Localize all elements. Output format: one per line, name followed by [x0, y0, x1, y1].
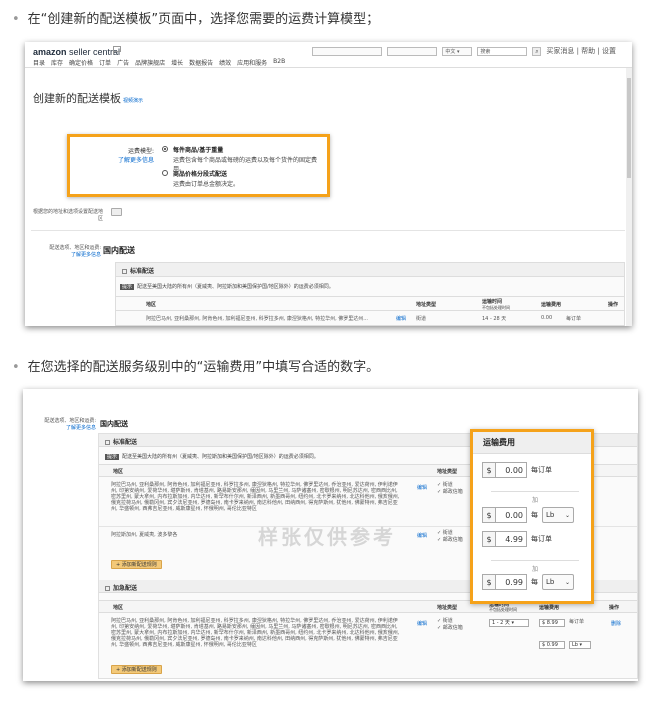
edit-link[interactable]: 编辑 — [396, 315, 406, 322]
chevron-down-icon: ⌄ — [564, 512, 570, 519]
top-links[interactable]: 买家消息 | 帮助 | 设置 — [546, 46, 616, 56]
weight-unit-select[interactable]: Lb ⌄ — [542, 507, 574, 523]
region-list: 阿拉巴马州, 亚利桑那州, 阿肯色州, 加利福尼亚州, 科罗拉多州, 康涅狄格州… — [111, 482, 400, 512]
nav-item[interactable]: 数据报告 — [189, 58, 213, 67]
edit-link[interactable]: 编辑 — [417, 532, 427, 539]
fee-row-per-order: $0.00 每订单 — [482, 462, 552, 478]
nav-item[interactable]: 库存 — [51, 58, 63, 67]
search-input[interactable]: 搜索 — [477, 46, 528, 56]
address-types: ✓ 街道 ✓ 邮政信箱 — [437, 618, 463, 631]
main-nav: 目录 库存 确定价格 订单 广告 品牌旗舰店 增长 数据报告 绩效 应用和服务 … — [33, 58, 285, 67]
screenshot-create-template: amazon seller central 中文 ▾ 搜索 ⌕ 买家消息 | 帮… — [25, 42, 632, 326]
top-right-controls: 中文 ▾ 搜索 ⌕ 买家消息 | 帮助 | 设置 — [312, 46, 616, 56]
fee-per-weight-input[interactable]: $0.99 — [482, 574, 527, 590]
checkbox[interactable] — [105, 440, 110, 445]
nav-item[interactable]: 应用和服务 — [237, 58, 267, 67]
page-title: 创建新的配送模板 视频演示 — [33, 92, 144, 105]
instruction-text: 在“创建新的配送模板”页面中，选择您需要的运费计算模型； — [27, 12, 380, 27]
fee-row-per-weight: $0.99 每 Lb ⌄ — [482, 574, 574, 590]
checkbox[interactable] — [122, 269, 127, 274]
edit-link[interactable]: 编辑 — [417, 484, 427, 491]
top-bar: amazon seller central 中文 ▾ 搜索 ⌕ 买家消息 | 帮… — [25, 42, 632, 68]
table-row: 阿拉巴马州, 亚利桑那州, 阿肯色州, 加利福尼亚州, 科罗拉多州, 康涅狄格州… — [146, 315, 582, 322]
fee-per-weight-input[interactable]: $0.00 — [482, 507, 527, 523]
fee-per-order-input[interactable]: $0.00 — [482, 462, 527, 478]
flag-icon[interactable] — [113, 46, 121, 55]
add-rule-button[interactable]: + 添加新配送规则 — [111, 665, 162, 674]
delete-link[interactable]: 删除 — [611, 620, 621, 627]
sample-watermark: 样张仅供参考 — [258, 525, 396, 549]
fee-unit: 每订单 — [569, 619, 585, 625]
shipping-fee-highlight: 运输费用 $0.00 每订单 加 $0.00 每 Lb ⌄ $4.99 每订单 加… — [470, 429, 594, 604]
learn-more-link[interactable]: 了解更多信息 — [84, 155, 154, 164]
nav-item[interactable]: 广告 — [117, 58, 129, 67]
search-button[interactable]: ⌕ — [532, 46, 542, 56]
standard-shipping-panel: 标准配送 提示 配送至美国大陆的所有州（夏威夷、阿拉斯加和美国保护国/地区除外）的… — [115, 262, 625, 326]
nav-item[interactable]: 确定价格 — [69, 58, 93, 67]
transit-time-select[interactable]: 1 - 2 天 ▾ — [489, 619, 529, 627]
instruction-2: • 在您选择的配送服务级别中的“运输费用”中填写合适的数字。 — [12, 356, 379, 375]
fee-per-weight-input[interactable]: $ 0.99 — [539, 641, 565, 649]
bullet-dot: • — [12, 360, 20, 375]
video-help-link[interactable]: 视频演示 — [123, 98, 143, 104]
ship-options-label: 配送选项、地区和运费: 了解更多信息 — [31, 417, 96, 431]
nav-item[interactable]: B2B — [273, 58, 285, 67]
search-icon: ⌕ — [535, 47, 539, 55]
weight-unit-select[interactable]: Lb ▾ — [569, 641, 591, 649]
fee-box-title: 运输费用 — [473, 432, 591, 454]
fee-per-order-input[interactable]: $ 8.99 — [539, 619, 565, 627]
radio-price-banded[interactable] — [162, 170, 168, 176]
ship-options-label: 配送选项、地区和运费: 了解更多信息 — [49, 245, 101, 258]
shipping-model-highlight: 运费模型: 了解更多信息 每件商品/基于重量 运费包含每个商品或每磅的运费以及每… — [67, 134, 330, 197]
add-rule-button[interactable]: + 添加新配送规则 — [111, 560, 162, 569]
learn-more-link[interactable]: 了解更多信息 — [71, 252, 101, 258]
scrollbar[interactable] — [626, 68, 632, 326]
radio-per-item[interactable] — [162, 146, 168, 152]
destination-label: 根据您的地址和选项设置配送地区 — [32, 209, 103, 222]
notice: 提示 配送至美国大陆的所有州（夏威夷、阿拉斯加和美国保护国/地区除外）的运费必须相… — [120, 284, 334, 290]
instruction-text: 在您选择的配送服务级别中的“运输费用”中填写合适的数字。 — [27, 360, 380, 375]
option-price-banded-title: 商品价格分段式配送 — [173, 171, 228, 178]
fee-unit: 每订单 — [531, 466, 552, 474]
fee-row-per-order: $4.99 每订单 — [482, 531, 552, 547]
checkbox[interactable] — [105, 586, 110, 591]
domestic-shipping-title: 国内配送 — [100, 420, 128, 428]
option-per-item-title: 每件商品/基于重量 — [173, 147, 224, 154]
store-select[interactable] — [312, 46, 383, 56]
nav-item[interactable]: 品牌旗舰店 — [135, 58, 165, 67]
divider — [31, 230, 625, 231]
domestic-shipping-title: 国内配送 — [103, 246, 135, 255]
edit-link[interactable]: 编辑 — [417, 620, 427, 627]
model-label: 运费模型: — [127, 148, 154, 155]
account-select[interactable] — [387, 46, 438, 56]
fee-per-order-input[interactable]: $4.99 — [482, 531, 527, 547]
learn-more-link[interactable]: 了解更多信息 — [31, 424, 96, 431]
fee-unit: 每订单 — [531, 535, 552, 543]
option-price-banded-desc: 运费由订单总金额决定。 — [173, 181, 240, 188]
notice: 提示 配送至美国大陆的所有州（夏威夷、阿拉斯加和美国保护国/地区除外）的运费必须相… — [105, 454, 319, 460]
bullet-dot: • — [12, 12, 20, 27]
nav-item[interactable]: 订单 — [99, 58, 111, 67]
weight-unit-select[interactable]: Lb ⌄ — [542, 574, 574, 590]
standard-shipping-header: 标准配送 — [116, 263, 624, 277]
seller-central-logo[interactable]: amazon seller central — [33, 47, 120, 57]
screenshot-shipping-fees: 配送选项、地区和运费: 了解更多信息 国内配送 标准配送 提示 配送至美国大陆的所… — [23, 389, 638, 681]
nav-item[interactable]: 目录 — [33, 58, 45, 67]
table-header: 地区 地址类型 运输时间 不包括处理时间 运输费用 操作 — [116, 296, 624, 311]
instruction-1: • 在“创建新的配送模板”页面中，选择您需要的运费计算模型； — [12, 8, 379, 27]
language-select[interactable]: 中文 ▾ — [442, 46, 473, 56]
nav-item[interactable]: 绩效 — [219, 58, 231, 67]
region-list: 阿拉巴马州, 亚利桑那州, 阿肯色州, 加利福尼亚州, 科罗拉多州, 康涅狄格州… — [111, 618, 400, 648]
address-types: ✓ 街道 ✓ 邮政信箱 — [437, 530, 463, 543]
fee-row-per-weight: $0.00 每 Lb ⌄ — [482, 507, 574, 523]
nav-item[interactable]: 增长 — [171, 58, 183, 67]
chevron-down-icon: ⌄ — [564, 579, 570, 586]
destination-toggle[interactable] — [111, 208, 122, 216]
address-types: ✓ 街道 ✓ 邮政信箱 — [437, 482, 463, 495]
